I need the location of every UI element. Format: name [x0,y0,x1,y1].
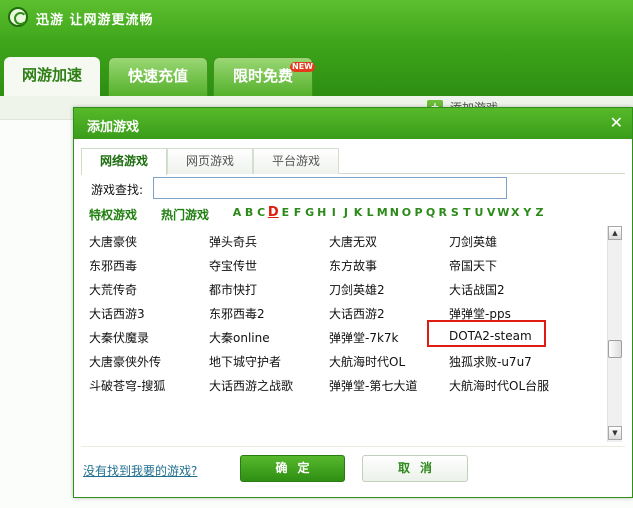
game-item[interactable]: 夺宝传世 [209,257,257,274]
letter-l[interactable]: L [364,206,376,219]
dialog-tab-bar: 网络游戏 网页游戏 平台游戏 [81,146,625,175]
game-item[interactable]: 都市快打 [209,281,257,298]
game-item[interactable]: 大航海时代OL台服 [449,377,549,394]
game-item[interactable]: 地下城守护者 [209,353,281,370]
letter-m[interactable]: M [376,206,388,219]
game-item[interactable]: 帝国天下 [449,257,497,274]
cancel-button[interactable]: 取消 [362,455,468,482]
dialog-title: 添加游戏 [87,120,140,135]
new-badge: NEW [290,62,315,72]
scroll-down-icon[interactable]: ▼ [608,426,622,440]
game-item[interactable]: 大话西游3 [89,305,145,322]
scrollbar[interactable]: ▲ ▼ [607,226,622,442]
game-not-found-link[interactable]: 没有找到我要的游戏? [83,462,197,479]
add-game-dialog: 添加游戏 ✕ 网络游戏 网页游戏 平台游戏 游戏查找: 特权游戏 热门游戏 AB… [73,107,633,498]
letter-t[interactable]: T [461,206,473,219]
game-item[interactable]: 东邪西毒2 [209,305,265,322]
game-item[interactable]: 大唐无双 [329,233,377,250]
letter-z[interactable]: Z [534,206,546,219]
letter-q[interactable]: Q [425,206,437,219]
game-item[interactable]: 东邪西毒 [89,257,137,274]
letter-a[interactable]: A [231,206,243,219]
tab-quick-recharge[interactable]: 快速充值 [108,57,208,96]
game-search-input[interactable] [153,177,507,199]
filter-popular-games[interactable]: 热门游戏 [161,206,209,223]
game-item[interactable]: 大唐豪侠外传 [89,353,161,370]
letter-s[interactable]: S [449,206,461,219]
letter-d[interactable]: D [267,205,279,220]
letter-f[interactable]: F [292,206,304,219]
game-item[interactable]: 大话战国2 [449,281,505,298]
game-item[interactable]: 东方故事 [329,257,377,274]
scroll-up-icon[interactable]: ▲ [608,226,622,240]
dialog-titlebar: 添加游戏 ✕ [74,108,632,139]
letter-e[interactable]: E [279,206,291,219]
highlight-box [427,320,546,347]
letter-x[interactable]: X [509,206,521,219]
game-item[interactable]: 大航海时代OL [329,353,405,370]
letter-v[interactable]: V [485,206,497,219]
app-logo-icon [8,7,28,27]
game-item[interactable]: 大秦online [209,329,270,346]
game-item[interactable]: 刀剑英雄 [449,233,497,250]
letter-p[interactable]: P [413,206,425,219]
tab-game-acceleration[interactable]: 网游加速 [4,57,100,96]
letter-b[interactable]: B [243,206,255,219]
tab-platform-games[interactable]: 平台游戏 [253,148,339,174]
game-item[interactable]: 弹弹堂-7k7k [329,329,399,346]
filter-row: 特权游戏 热门游戏 ABCDEFGHIJKLMNOPQRSTUVWXYZ [89,205,609,224]
close-icon[interactable]: ✕ [610,113,623,133]
game-item[interactable]: 弹头奇兵 [209,233,257,250]
game-item[interactable]: 大秦伏魔录 [89,329,149,346]
letter-i[interactable]: I [328,206,340,219]
game-item[interactable]: 独孤求败-u7u7 [449,353,532,370]
footer-divider [81,446,625,447]
letter-h[interactable]: H [316,206,328,219]
letter-y[interactable]: Y [521,206,533,219]
app-title: 迅游 让网游更流畅 [36,13,154,28]
game-item[interactable]: 刀剑英雄2 [329,281,385,298]
tab-web-games[interactable]: 网页游戏 [167,148,253,174]
letter-k[interactable]: K [352,206,364,219]
tab-online-games[interactable]: 网络游戏 [81,148,167,175]
game-item[interactable]: 弹弹堂-第七大道 [329,377,417,394]
game-item[interactable]: 斗破苍穹-搜狐 [89,377,165,394]
letter-r[interactable]: R [437,206,449,219]
search-label: 游戏查找: [91,183,144,197]
game-item[interactable]: 大话西游之战歌 [209,377,293,394]
scroll-thumb[interactable] [608,340,622,358]
filter-privileged-games[interactable]: 特权游戏 [89,206,137,223]
letter-u[interactable]: U [473,206,485,219]
ok-button[interactable]: 确定 [240,455,345,482]
game-item[interactable]: 大荒传奇 [89,281,137,298]
letter-g[interactable]: G [304,206,316,219]
letter-j[interactable]: J [340,206,352,219]
letter-n[interactable]: N [388,206,400,219]
letter-w[interactable]: W [497,206,509,219]
game-item[interactable]: 大话西游2 [329,305,385,322]
letter-o[interactable]: O [400,206,412,219]
letter-c[interactable]: C [255,206,267,219]
game-item[interactable]: 大唐豪侠 [89,233,137,250]
